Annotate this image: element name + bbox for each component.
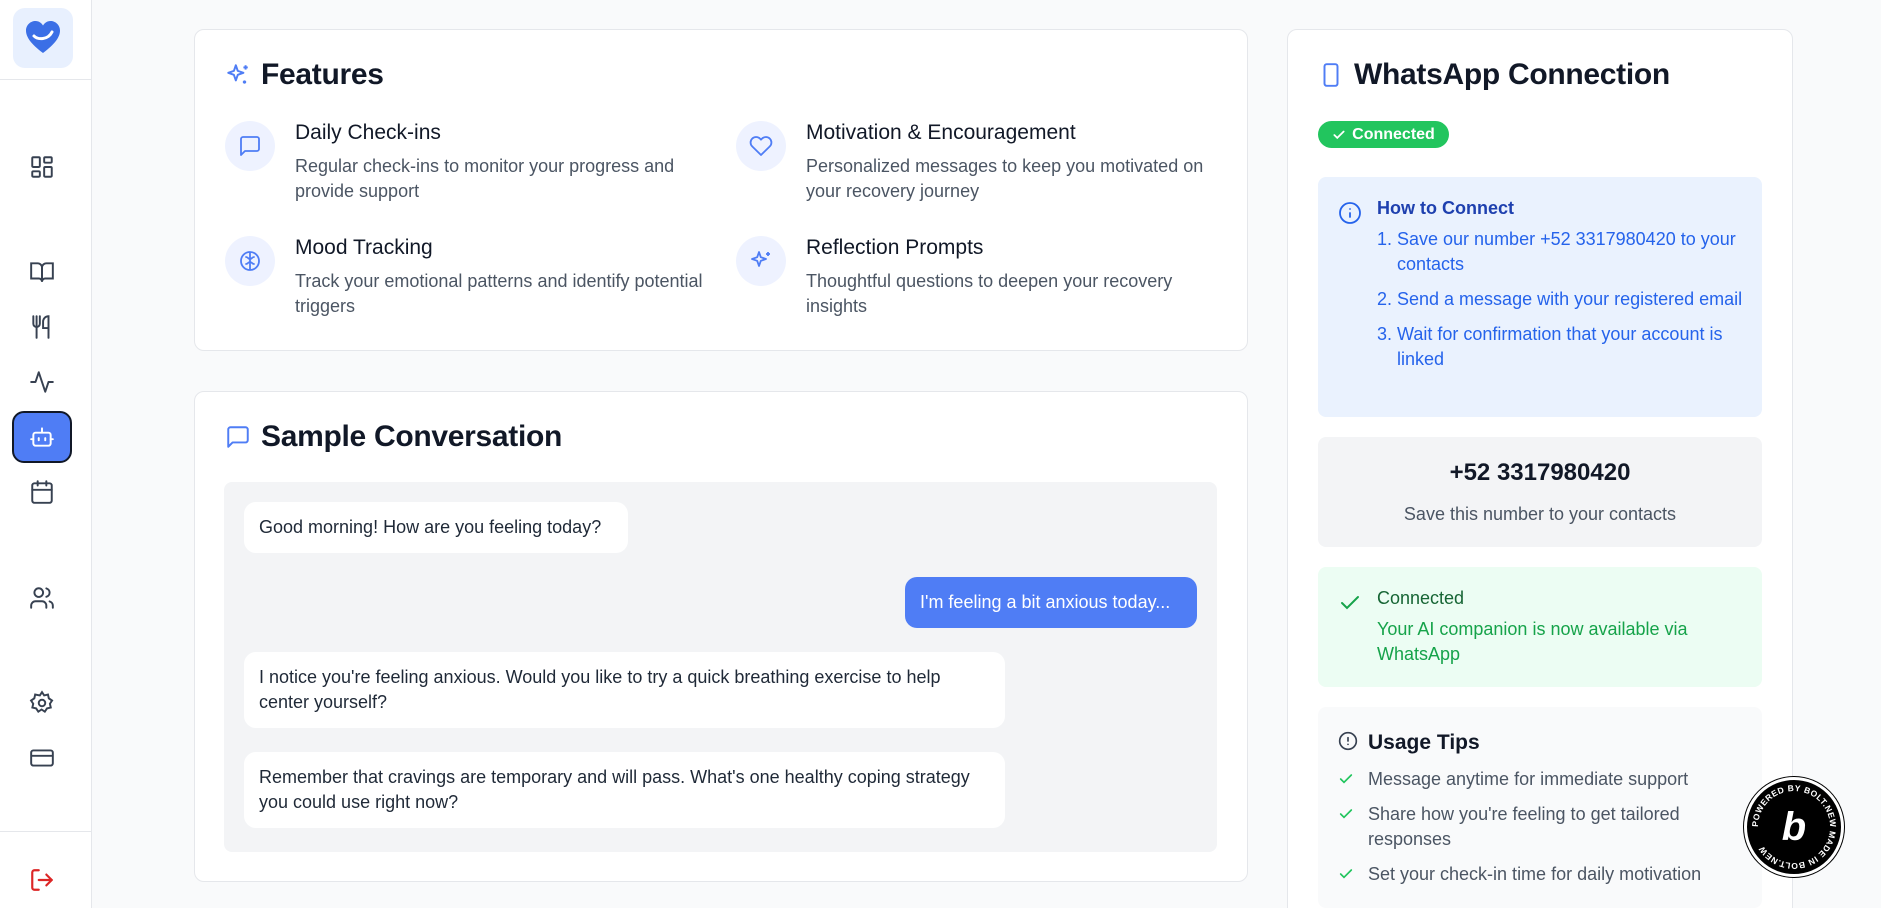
phone-number-panel: +52 3317980420 Save this number to your … — [1318, 437, 1762, 547]
alert-circle-icon — [1338, 731, 1358, 751]
check-icon — [1339, 809, 1353, 819]
sparkles-icon — [736, 236, 786, 286]
calendar-icon — [31, 480, 53, 504]
message-square-icon — [227, 426, 249, 448]
feature-item: Motivation & Encouragement Personalized … — [736, 121, 1216, 221]
bolt-logo-icon: POWERED BY BOLT.NEW MADE IN BOLT.NEW b — [1750, 783, 1838, 871]
feature-title: Reflection Prompts — [806, 236, 984, 259]
sidebar-item-activity[interactable] — [12, 356, 72, 408]
step-text: Send a message with your registered emai… — [1397, 289, 1743, 309]
gear-icon — [29, 690, 54, 714]
bot-icon — [30, 427, 54, 447]
whatsapp-heading: WhatsApp Connection — [1318, 58, 1670, 92]
utensils-icon — [32, 315, 50, 339]
sidebar-item-ai-companion[interactable] — [12, 411, 72, 463]
info-icon — [1339, 202, 1361, 224]
feature-description: Thoughtful questions to deepen your reco… — [806, 271, 1173, 316]
check-icon — [1341, 596, 1359, 610]
sparkles-icon — [227, 64, 248, 84]
sidebar-item-billing[interactable] — [12, 732, 72, 784]
how-to-step: 2. Send a message with your registered em… — [1377, 289, 1743, 309]
conversation-title: Sample Conversation — [261, 420, 563, 453]
how-to-connect-title: How to Connect — [1377, 198, 1514, 218]
logout-icon — [31, 869, 53, 891]
phone-number-hint: Save this number to your contacts — [1403, 504, 1677, 524]
feature-description: Regular check-ins to monitor your progre… — [295, 156, 675, 201]
connected-title: Connected — [1377, 588, 1465, 608]
usage-tips-title: Usage Tips — [1368, 731, 1480, 754]
chat-area: Good morning! How are you feeling today?… — [224, 482, 1217, 852]
usage-tip: Message anytime for immediate support — [1368, 769, 1689, 789]
feature-description: Track your emotional patterns and identi… — [295, 271, 703, 316]
usage-tip: Share how you're feeling to get tailored… — [1368, 804, 1680, 849]
how-to-step: 1. Save our number +52 3317980420 to your… — [1377, 229, 1736, 274]
heart-icon — [736, 121, 786, 171]
check-icon — [1339, 869, 1353, 879]
connected-description: Your AI companion is now available via W… — [1377, 619, 1688, 664]
book-icon — [30, 262, 54, 282]
sidebar-item-nutrition[interactable] — [12, 301, 72, 353]
pulse-icon — [30, 371, 54, 393]
svg-text:b: b — [1782, 805, 1806, 849]
status-badge: Connected — [1318, 121, 1449, 148]
feature-item: Daily Check-ins Regular check-ins to mon… — [225, 121, 705, 221]
features-heading: Features — [225, 58, 384, 92]
sidebar-item-journal[interactable] — [12, 246, 72, 298]
users-icon — [30, 587, 54, 609]
bot-message: I notice you're feeling anxious. Would y… — [244, 652, 1005, 728]
sidebar-divider — [0, 79, 92, 80]
how-to-connect-panel: How to Connect 1. Save our number +52 331… — [1318, 177, 1762, 417]
check-icon — [1333, 130, 1345, 139]
smartphone-icon — [1323, 63, 1339, 87]
feature-title: Motivation & Encouragement — [806, 121, 1076, 144]
sidebar-item-dashboard[interactable] — [12, 141, 72, 193]
features-card: Features Daily Check-ins Regular check-i… — [194, 29, 1248, 351]
step-text: Wait for confirmation that your account … — [1397, 324, 1723, 369]
step-text: Save our number +52 3317980420 to your c… — [1397, 229, 1736, 274]
heart-logo-icon[interactable] — [13, 8, 73, 68]
features-title: Features — [261, 58, 384, 91]
credit-card-icon — [30, 749, 54, 767]
connected-panel: Connected Your AI companion is now avail… — [1318, 567, 1762, 687]
sidebar-item-community[interactable] — [12, 572, 72, 624]
feature-title: Daily Check-ins — [295, 121, 441, 144]
sidebar-item-calendar[interactable] — [12, 466, 72, 518]
whatsapp-title: WhatsApp Connection — [1354, 58, 1670, 91]
sidebar — [0, 0, 92, 908]
bot-message: Good morning! How are you feeling today? — [244, 502, 628, 553]
bolt-badge-logo[interactable]: POWERED BY BOLT.NEW MADE IN BOLT.NEW b — [1744, 777, 1844, 877]
usage-tip: Set your check-in time for daily motivat… — [1368, 864, 1702, 884]
message-square-icon — [225, 121, 275, 171]
grid-icon — [31, 156, 53, 178]
status-badge-label: Connected — [1352, 125, 1435, 143]
brain-icon — [225, 236, 275, 286]
feature-title: Mood Tracking — [295, 236, 433, 259]
check-icon — [1339, 774, 1353, 784]
how-to-steps: 1. Save our number +52 3317980420 to your… — [1377, 227, 1747, 382]
phone-number[interactable]: +52 3317980420 — [1318, 459, 1762, 487]
sidebar-item-settings[interactable] — [12, 677, 72, 729]
usage-tips-panel: Usage Tips Message anytime for immediate… — [1318, 707, 1762, 908]
feature-description: Personalized messages to keep you motiva… — [806, 156, 1204, 201]
logout-button[interactable] — [12, 854, 72, 906]
sidebar-divider — [0, 831, 92, 832]
conversation-heading: Sample Conversation — [225, 420, 562, 454]
feature-item: Reflection Prompts Thoughtful questions … — [736, 236, 1216, 336]
feature-item: Mood Tracking Track your emotional patte… — [225, 236, 705, 336]
how-to-step: 3. Wait for confirmation that your accoun… — [1377, 324, 1723, 369]
bot-message: Remember that cravings are temporary and… — [244, 752, 1005, 828]
user-message: I'm feeling a bit anxious today... — [905, 577, 1197, 628]
